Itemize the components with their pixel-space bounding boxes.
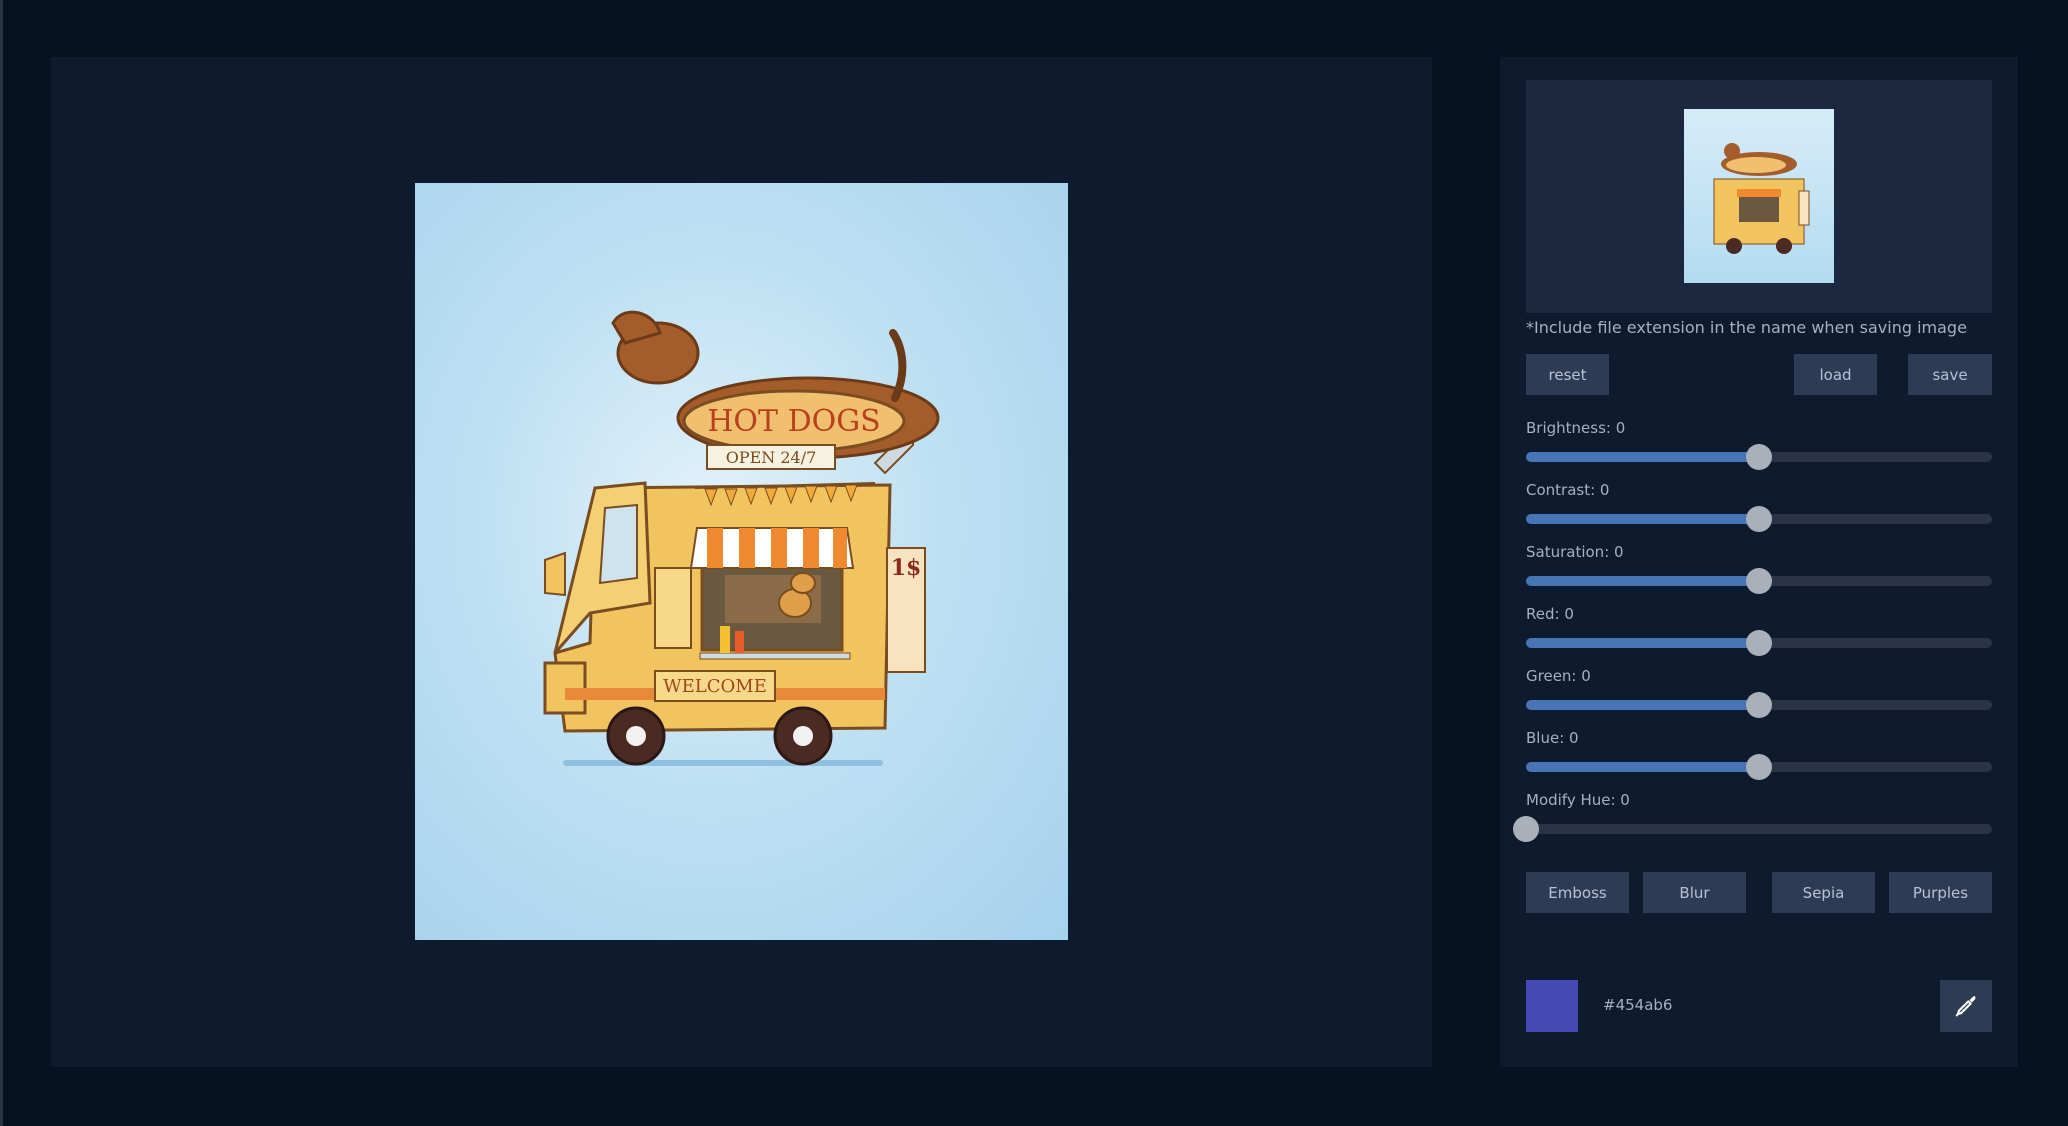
slider-thumb[interactable]	[1746, 568, 1772, 594]
contrast-label: Contrast: 0	[1526, 481, 1610, 499]
brightness-label: Brightness: 0	[1526, 419, 1626, 437]
red-label: Red: 0	[1526, 605, 1574, 623]
eyedropper-button[interactable]	[1940, 980, 1992, 1032]
thumbnail-illustration	[1713, 143, 1810, 254]
slider-thumb[interactable]	[1746, 630, 1772, 656]
blue-slider[interactable]	[1526, 754, 1992, 780]
load-button[interactable]: load	[1794, 354, 1877, 395]
save-note: *Include file extension in the name when…	[1526, 318, 1967, 337]
slider-fill	[1526, 762, 1759, 772]
slider-fill	[1526, 452, 1759, 462]
color-hex-value: #454ab6	[1603, 996, 1673, 1014]
slider-thumb[interactable]	[1746, 444, 1772, 470]
slider-thumb[interactable]	[1746, 692, 1772, 718]
green-slider[interactable]	[1526, 692, 1992, 718]
slider-fill	[1526, 514, 1759, 524]
hot-dogs-sign-text: HOT DOGS	[707, 404, 880, 439]
image-thumbnail	[1684, 109, 1834, 283]
open-sign-text: OPEN 24/7	[726, 448, 817, 467]
slider-fill	[1526, 700, 1759, 710]
purples-button[interactable]: Purples	[1889, 872, 1992, 913]
sepia-button[interactable]: Sepia	[1772, 872, 1875, 913]
green-label: Green: 0	[1526, 667, 1591, 685]
red-slider[interactable]	[1526, 630, 1992, 656]
blur-button[interactable]: Blur	[1643, 872, 1746, 913]
reset-button[interactable]: reset	[1526, 354, 1609, 395]
edited-image[interactable]: WELCOME 1$ HOT DOGS OPEN 24/7	[415, 183, 1068, 940]
slider-thumb[interactable]	[1513, 816, 1539, 842]
preview-box	[1526, 80, 1992, 313]
brightness-slider[interactable]	[1526, 444, 1992, 470]
emboss-button[interactable]: Emboss	[1526, 872, 1629, 913]
slider-fill	[1526, 576, 1759, 586]
canvas-panel: WELCOME 1$ HOT DOGS OPEN 24/7	[51, 57, 1432, 1067]
slider-fill	[1526, 638, 1759, 648]
welcome-sign-text: WELCOME	[663, 676, 767, 697]
saturation-slider[interactable]	[1526, 568, 1992, 594]
control-panel: *Include file extension in the name when…	[1500, 57, 2018, 1067]
hue-label: Modify Hue: 0	[1526, 791, 1630, 809]
save-button[interactable]: save	[1908, 354, 1992, 395]
hot-dog-truck-illustration: WELCOME 1$ HOT DOGS OPEN 24/7	[543, 310, 940, 766]
window-edge	[0, 0, 3, 1126]
blue-label: Blue: 0	[1526, 729, 1579, 747]
slider-thumb[interactable]	[1746, 754, 1772, 780]
slider-thumb[interactable]	[1746, 506, 1772, 532]
color-swatch[interactable]	[1526, 980, 1578, 1032]
contrast-slider[interactable]	[1526, 506, 1992, 532]
hue-slider[interactable]	[1513, 816, 1992, 842]
price-sign-text: 1$	[891, 555, 922, 581]
eyedropper-icon	[1955, 996, 1976, 1017]
saturation-label: Saturation: 0	[1526, 543, 1624, 561]
